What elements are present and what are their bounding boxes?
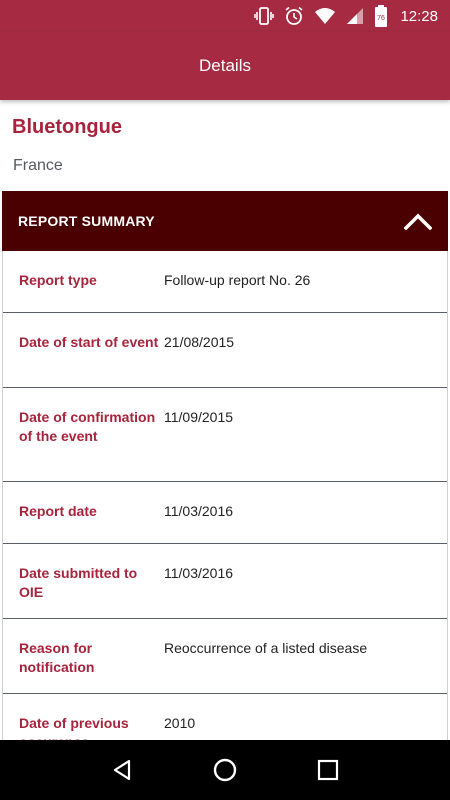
status-bar: 76 12:28	[0, 0, 450, 32]
row-label: Report type	[19, 272, 97, 288]
row-value: 21/08/2015	[164, 334, 235, 350]
row-label: Date of confirmation of the event	[19, 409, 156, 444]
row-value: 11/03/2016	[164, 503, 234, 519]
app-bar: Details	[0, 32, 450, 100]
signal-icon	[346, 7, 364, 25]
status-time: 12:28	[400, 7, 438, 25]
table-row: Report date 11/03/2016	[3, 482, 447, 544]
back-icon[interactable]	[102, 750, 142, 790]
row-value: Reoccurrence of a listed disease	[164, 640, 368, 656]
recents-icon[interactable]	[308, 750, 348, 790]
details-content[interactable]: Bluetongue France REPORT SUMMARY Report …	[0, 100, 450, 740]
alarm-icon	[284, 6, 304, 26]
disease-name: Bluetongue	[12, 116, 122, 138]
section-title: REPORT SUMMARY	[18, 213, 155, 229]
table-row: Date of start of event 21/08/2015	[3, 313, 447, 388]
system-nav-bar	[0, 740, 450, 800]
table-row: Date of previous occurence 2010	[3, 694, 447, 740]
battery-level: 76	[378, 15, 386, 22]
vibrate-icon	[254, 7, 275, 25]
row-value: Follow-up report No. 26	[164, 272, 311, 288]
wifi-icon	[314, 7, 336, 25]
chevron-up-icon[interactable]	[404, 207, 432, 235]
row-value: 11/03/2016	[164, 565, 234, 581]
table-row: Report type Follow-up report No. 26	[3, 251, 447, 313]
table-row: Date submitted to OIE 11/03/2016	[3, 544, 447, 619]
page-title: Details	[199, 56, 251, 75]
report-summary-header[interactable]: REPORT SUMMARY	[2, 191, 448, 251]
row-value: 2010	[164, 715, 196, 731]
home-icon[interactable]	[205, 750, 245, 790]
table-row: Reason for notification Reoccurrence of …	[3, 619, 447, 694]
row-label: Report date	[19, 503, 97, 519]
table-row: Date of confirmation of the event 11/09/…	[3, 388, 447, 482]
row-label: Date of start of event	[19, 334, 159, 350]
row-label: Reason for notification	[19, 640, 95, 675]
row-label: Date of previous occurence	[19, 715, 129, 740]
battery-icon: 76	[374, 5, 388, 27]
report-summary-table: Report type Follow-up report No. 26 Date…	[2, 251, 448, 740]
row-value: 11/09/2015	[164, 409, 234, 425]
country-name: France	[13, 157, 63, 174]
row-label: Date submitted to OIE	[19, 565, 138, 600]
